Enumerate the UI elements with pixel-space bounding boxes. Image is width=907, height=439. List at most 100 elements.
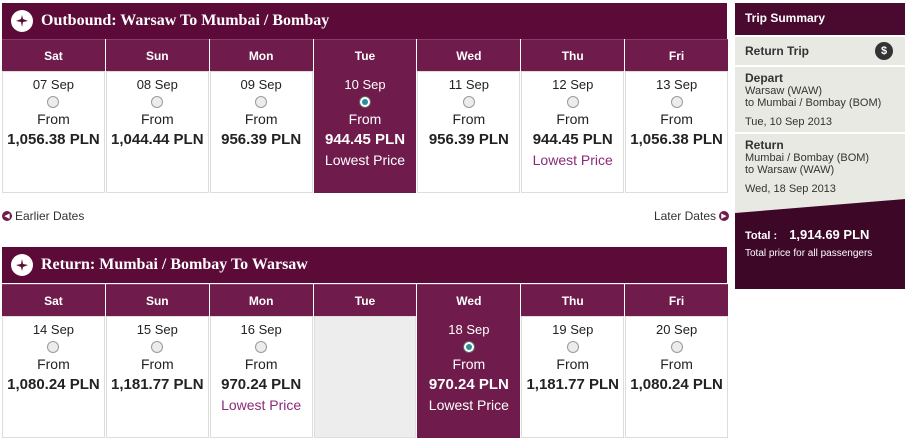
fare-date: 11 Sep [448, 77, 489, 92]
return-header: Return: Mumbai / Bombay To Warsaw [2, 247, 727, 283]
fare-price: 956.39 PLN [428, 131, 509, 148]
lowest-price-label: Lowest Price [324, 152, 406, 168]
return-summary: Return Mumbai / Bombay (BOM) to Warsaw (… [735, 132, 905, 199]
fare-price: 944.45 PLN [532, 131, 613, 148]
later-dates-label: Later Dates [653, 209, 716, 223]
fare-date: 09 Sep [240, 77, 282, 92]
total-value: 1,914.69 PLN [789, 227, 870, 242]
fare-date: 18 Sep [448, 322, 490, 337]
depart-summary: Depart Warsaw (WAW) to Mumbai / Bombay (… [735, 65, 905, 132]
fare-cell[interactable]: 08 Sep From 1,044.44 PLN [105, 71, 209, 193]
day-header-wed: Wed [417, 284, 521, 316]
fare-price: 1,181.77 PLN [111, 376, 204, 393]
day-header-wed: Wed [417, 39, 521, 71]
trip-summary-title: Trip Summary [735, 3, 905, 35]
fare-cell[interactable]: 14 Sep From 1,080.24 PLN [2, 316, 105, 438]
fare-radio[interactable] [151, 341, 164, 353]
fare-from-label: From [348, 111, 382, 127]
fare-date: 10 Sep [344, 77, 386, 92]
fare-cell[interactable]: 13 Sep From 1,056.38 PLN [625, 71, 729, 193]
day-header-sun: Sun [105, 39, 209, 71]
fare-radio[interactable] [566, 96, 579, 108]
plane-icon [11, 254, 33, 276]
trip-summary: Trip Summary Return Trip $ Depart Warsaw… [735, 3, 905, 289]
total-box: Total : 1,914.69 PLN Total price for all… [735, 213, 905, 289]
fare-from-label: From [556, 111, 590, 127]
day-header-mon: Mon [209, 39, 313, 71]
day-header-sat: Sat [2, 284, 105, 316]
return-trip-row: Return Trip $ [735, 35, 905, 65]
fare-from-label: From [244, 111, 278, 127]
fare-cell[interactable]: 12 Sep From 944.45 PLN Lowest Price [521, 71, 625, 193]
fare-price: 944.45 PLN [324, 131, 406, 148]
fare-cell[interactable]: 15 Sep From 1,181.77 PLN [105, 316, 209, 438]
return-label: Return [745, 138, 784, 152]
depart-to: to Mumbai / Bombay (BOM) [745, 97, 882, 109]
total-note: Total price for all passengers [745, 248, 873, 259]
fare-radio[interactable] [359, 96, 371, 108]
fare-radio[interactable] [255, 341, 268, 353]
return-date: Wed, 18 Sep 2013 [745, 183, 836, 195]
summary-divider-shape [735, 199, 905, 213]
fare-radio[interactable] [670, 341, 683, 353]
outbound-title: Outbound: Warsaw To Mumbai / Bombay [41, 12, 330, 29]
fare-date: 15 Sep [136, 322, 178, 337]
return-to: to Warsaw (WAW) [745, 164, 835, 176]
lowest-price-label: Lowest Price [221, 397, 302, 413]
plane-icon [11, 10, 33, 32]
fare-from-label: From [556, 356, 590, 372]
fare-from-label: From [37, 111, 70, 127]
fare-radio[interactable] [670, 96, 683, 108]
fare-cell[interactable]: 09 Sep From 956.39 PLN [209, 71, 313, 193]
return-from: Mumbai / Bombay (BOM) [745, 152, 870, 164]
fare-price: 1,044.44 PLN [111, 131, 204, 148]
fare-radio[interactable] [151, 96, 164, 108]
fare-price: 1,080.24 PLN [630, 376, 723, 393]
fare-radio[interactable] [47, 96, 60, 108]
fare-radio[interactable] [255, 96, 268, 108]
fare-price: 1,056.38 PLN [7, 131, 100, 148]
fare-date: 13 Sep [655, 77, 698, 92]
earlier-dates-link[interactable]: ◀ Earlier Dates [2, 209, 84, 223]
fare-from-label: From [140, 111, 174, 127]
day-header-fri: Fri [625, 39, 729, 71]
fare-radio[interactable] [462, 96, 475, 108]
fare-radio[interactable] [462, 341, 475, 353]
fare-cell[interactable]: 18 Sep From 970.24 PLN Lowest Price [417, 316, 521, 438]
return-day-headers: Sat Sun Mon Tue Wed Thu Fri [2, 284, 729, 316]
fare-radio[interactable] [566, 341, 579, 353]
lowest-price-label: Lowest Price [532, 152, 613, 168]
fare-cell [313, 316, 417, 438]
day-header-sun: Sun [105, 284, 209, 316]
day-header-thu: Thu [521, 39, 625, 71]
fare-cell[interactable]: 16 Sep From 970.24 PLN Lowest Price [209, 316, 313, 438]
left-arrow-icon: ◀ [2, 211, 12, 221]
later-dates-link[interactable]: Later Dates ▶ [654, 209, 729, 223]
date-navigation: ◀ Earlier Dates Later Dates ▶ [2, 209, 729, 227]
day-header-fri: Fri [625, 284, 729, 316]
depart-label: Depart [745, 71, 784, 85]
fare-cell[interactable]: 07 Sep From 1,056.38 PLN [2, 71, 105, 193]
fare-price: 1,056.38 PLN [630, 131, 723, 148]
currency-icon[interactable]: $ [875, 42, 893, 60]
return-fare-cells: 14 Sep From 1,080.24 PLN 15 Sep From 1,181.77… [2, 316, 729, 438]
fare-radio[interactable] [47, 341, 60, 353]
fare-price: 1,080.24 PLN [7, 376, 100, 393]
fare-from-label: From [37, 356, 70, 372]
day-header-sat: Sat [2, 39, 105, 71]
return-title: Return: Mumbai / Bombay To Warsaw [41, 256, 308, 273]
fare-cell[interactable]: 20 Sep From 1,080.24 PLN [625, 316, 729, 438]
fare-date: 16 Sep [240, 322, 282, 337]
fare-from-label: From [140, 356, 174, 372]
total-label: Total : [745, 230, 778, 242]
fare-cell[interactable]: 10 Sep From 944.45 PLN Lowest Price [313, 71, 417, 193]
fare-cell[interactable]: 11 Sep From 956.39 PLN [417, 71, 521, 193]
fare-price: 970.24 PLN [428, 376, 509, 393]
day-header-thu: Thu [521, 284, 625, 316]
trip-type-label: Return Trip [745, 44, 810, 58]
fare-cell[interactable]: 19 Sep From 1,181.77 PLN [521, 316, 625, 438]
depart-date: Tue, 10 Sep 2013 [745, 116, 833, 128]
fare-date: 12 Sep [552, 77, 594, 92]
earlier-dates-label: Earlier Dates [15, 209, 85, 223]
right-arrow-icon: ▶ [719, 211, 729, 221]
